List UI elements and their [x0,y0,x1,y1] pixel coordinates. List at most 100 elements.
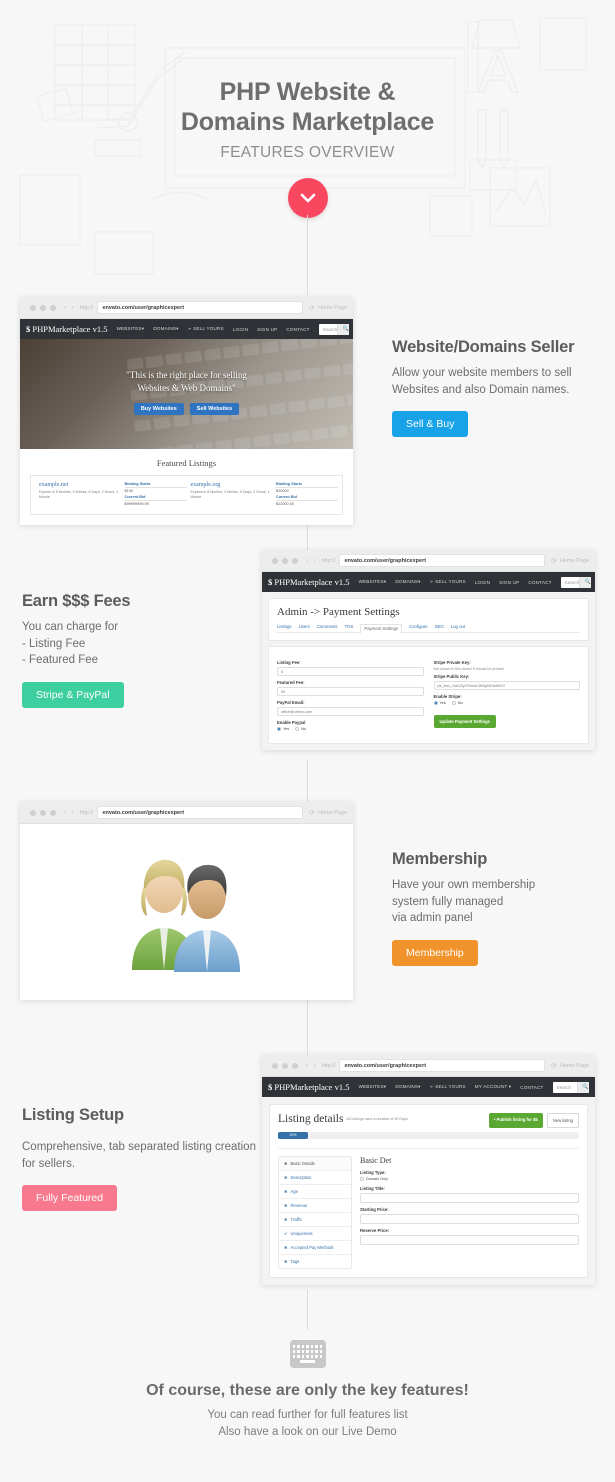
listing-tab-revenue[interactable]: ✖ Revenue [279,1199,351,1213]
enable-stripe-radios[interactable]: Yes No [433,701,581,705]
listing-name[interactable]: example.net [39,482,121,488]
nav-item-login[interactable]: LOGIN [233,327,248,332]
nav-arrows-icon[interactable]: ‹ › [306,558,318,564]
url-input[interactable]: envato.com/user/graphicexpert [97,301,304,314]
listing-tab-age[interactable]: ✖ Age [279,1185,351,1199]
site-search-input[interactable]: Search 🔍 [552,1081,589,1093]
featured-fee-input[interactable]: 50 [277,687,424,696]
enable-paypal-radios[interactable]: Yes No [277,727,424,731]
site-search-input[interactable]: Search 🔍 [560,576,592,588]
listing-tab-traffic[interactable]: ✖ Traffic [279,1213,351,1227]
starting-price-input[interactable] [360,1214,579,1224]
listing-type-radio[interactable]: Domain Only [360,1177,579,1181]
paypal-email-input[interactable]: office@crimix.com [277,707,424,716]
fully-featured-button[interactable]: Fully Featured [22,1185,118,1212]
nav-item-sell-yours[interactable]: ➢ SELL YOURS [430,579,466,585]
url-input[interactable]: envato.com/user/graphicexpert [97,806,304,819]
listing-tab-accepted-pay-methods[interactable]: ✖ Accepted Pay Methods [279,1241,351,1255]
listing-tab-tags[interactable]: ✖ Tags [279,1255,351,1268]
listing-fee-input[interactable]: 5 [277,667,424,676]
nav-item-domains[interactable]: DOMAINS▾ [153,326,178,332]
footer-heading: Of course, these are only the key featur… [146,1382,469,1399]
admin-tab-listings[interactable]: Listings [277,624,292,629]
listing-tab-description[interactable]: ✖ Description [279,1171,351,1185]
listing-bid-block: Bidding Starts $10000 Current Bid $12000… [276,482,338,508]
listing-tab-uniqueness[interactable]: ✔ Uniqueness [279,1227,351,1241]
reload-icon[interactable]: ⟳ [309,809,315,817]
nav-item-contact[interactable]: CONTACT [520,1085,543,1090]
site-logo[interactable]: $ PHPMarketplace v1.5 [268,577,349,587]
footer-body: You can read further for full features l… [0,1407,615,1442]
site-logo[interactable]: $ PHPMarketplace v1.5 [268,1082,349,1092]
membership-button[interactable]: Membership [392,940,478,967]
url-input[interactable]: envato.com/user/graphicexpert [339,554,546,567]
nav-item-domains[interactable]: DOMAINS▾ [395,1084,420,1090]
home-page-label[interactable]: Home Page [318,810,347,816]
window-controls[interactable] [30,809,56,816]
url-input[interactable]: envato.com/user/graphicexpert [339,1059,546,1072]
nav-item-websites[interactable]: WEBSITES▾ [358,1084,386,1090]
admin-tab-configure[interactable]: Configure [409,624,428,629]
buy-websites-button[interactable]: Buy Websites [133,403,184,416]
paypal-no-radio[interactable]: No [295,727,306,731]
nav-item-contact[interactable]: CONTACT [286,327,309,332]
nav-arrows-icon[interactable]: ‹ › [64,305,76,311]
admin-tab-users[interactable]: Users [299,624,310,629]
search-icon[interactable]: 🔍 [577,1081,589,1093]
listing-item[interactable]: example.org Expires in 8 Months, 3 Weeks… [187,482,277,508]
update-payment-settings-button[interactable]: Update Payment Settings [433,715,496,728]
admin-tab-payment-settings[interactable]: Payment Settings [360,624,403,633]
listing-tab-label: Age [290,1189,298,1194]
stripe-no-radio[interactable]: No [451,701,463,705]
window-controls[interactable] [30,304,56,311]
sell-and-buy-button[interactable]: Sell & Buy [392,411,469,438]
nav-item-sell-yours[interactable]: ➢ SELL YOURS [188,326,224,332]
listing-tab-basic-details[interactable]: ✖ Basic Details [279,1157,351,1171]
admin-tab-seo[interactable]: SEO [435,624,444,629]
home-page-label[interactable]: Home Page [560,558,589,564]
admin-tab-logout[interactable]: Log out [451,624,465,629]
publish-listing-button[interactable]: • Publish listing for $5 [488,1113,543,1128]
nav-item-websites[interactable]: WEBSITES▾ [116,326,144,332]
listing-name[interactable]: example.org [191,482,273,488]
search-icon[interactable]: 🔍 [579,576,592,588]
new-listing-button[interactable]: New listing [546,1113,579,1128]
nav-item-login[interactable]: LOGIN [475,580,490,585]
sell-websites-button[interactable]: Sell Websites [189,403,240,416]
nav-item-websites[interactable]: WEBSITES▾ [358,579,386,585]
listing-tab-label: Tags [290,1259,300,1264]
nav-item-sell-yours[interactable]: ➢ SELL YOURS [430,1084,466,1090]
window-controls[interactable] [272,1062,298,1069]
nav-item-contact[interactable]: CONTACT [528,580,551,585]
nav-item-signup[interactable]: SIGN UP [499,580,519,585]
site-logo[interactable]: $ PHPMarketplace v1.5 [26,324,107,334]
listing-progress-bar: 10% [278,1132,579,1139]
dollar-icon: $ [26,324,31,334]
listing-title-input[interactable] [360,1193,579,1203]
nav-arrows-icon[interactable]: ‹ › [306,1063,318,1069]
listing-item[interactable]: example.net Expires in 8 Months, 3 Weeks… [35,482,125,508]
home-page-label[interactable]: Home Page [318,305,347,311]
search-icon[interactable]: 🔍 [337,323,350,335]
scroll-down-button[interactable] [287,178,328,218]
admin-tab-tos[interactable]: TOS [345,624,354,629]
window-controls[interactable] [272,557,298,564]
reload-icon[interactable]: ⟳ [551,1062,557,1070]
stripe-paypal-button[interactable]: Stripe & PayPal [22,682,124,709]
domain-only-radio[interactable]: Domain Only [360,1177,388,1181]
stripe-public-key-input[interactable]: pk_test_1IaGZyGShnuCW5yMGIx66OY [433,681,580,690]
nav-item-domains[interactable]: DOMAINS▾ [395,579,420,585]
home-page-label[interactable]: Home Page [560,1063,589,1069]
nav-arrows-icon[interactable]: ‹ › [64,810,76,816]
admin-tab-comments[interactable]: Comments [317,624,338,629]
reserve-price-input[interactable] [360,1235,579,1245]
stripe-column: Stripe Private Key: Not shown in this de… [433,660,581,736]
site-navbar-public: $ PHPMarketplace v1.5 WEBSITES▾ DOMAINS▾… [262,572,595,592]
paypal-yes-radio[interactable]: Yes [277,727,289,731]
nav-item-signup[interactable]: SIGN UP [257,327,277,332]
reload-icon[interactable]: ⟳ [551,557,557,565]
site-search-input[interactable]: Search 🔍 [318,323,350,335]
stripe-yes-radio[interactable]: Yes [433,701,446,705]
nav-item-my-account[interactable]: MY ACCOUNT ▾ [475,1084,511,1090]
reload-icon[interactable]: ⟳ [309,304,315,312]
